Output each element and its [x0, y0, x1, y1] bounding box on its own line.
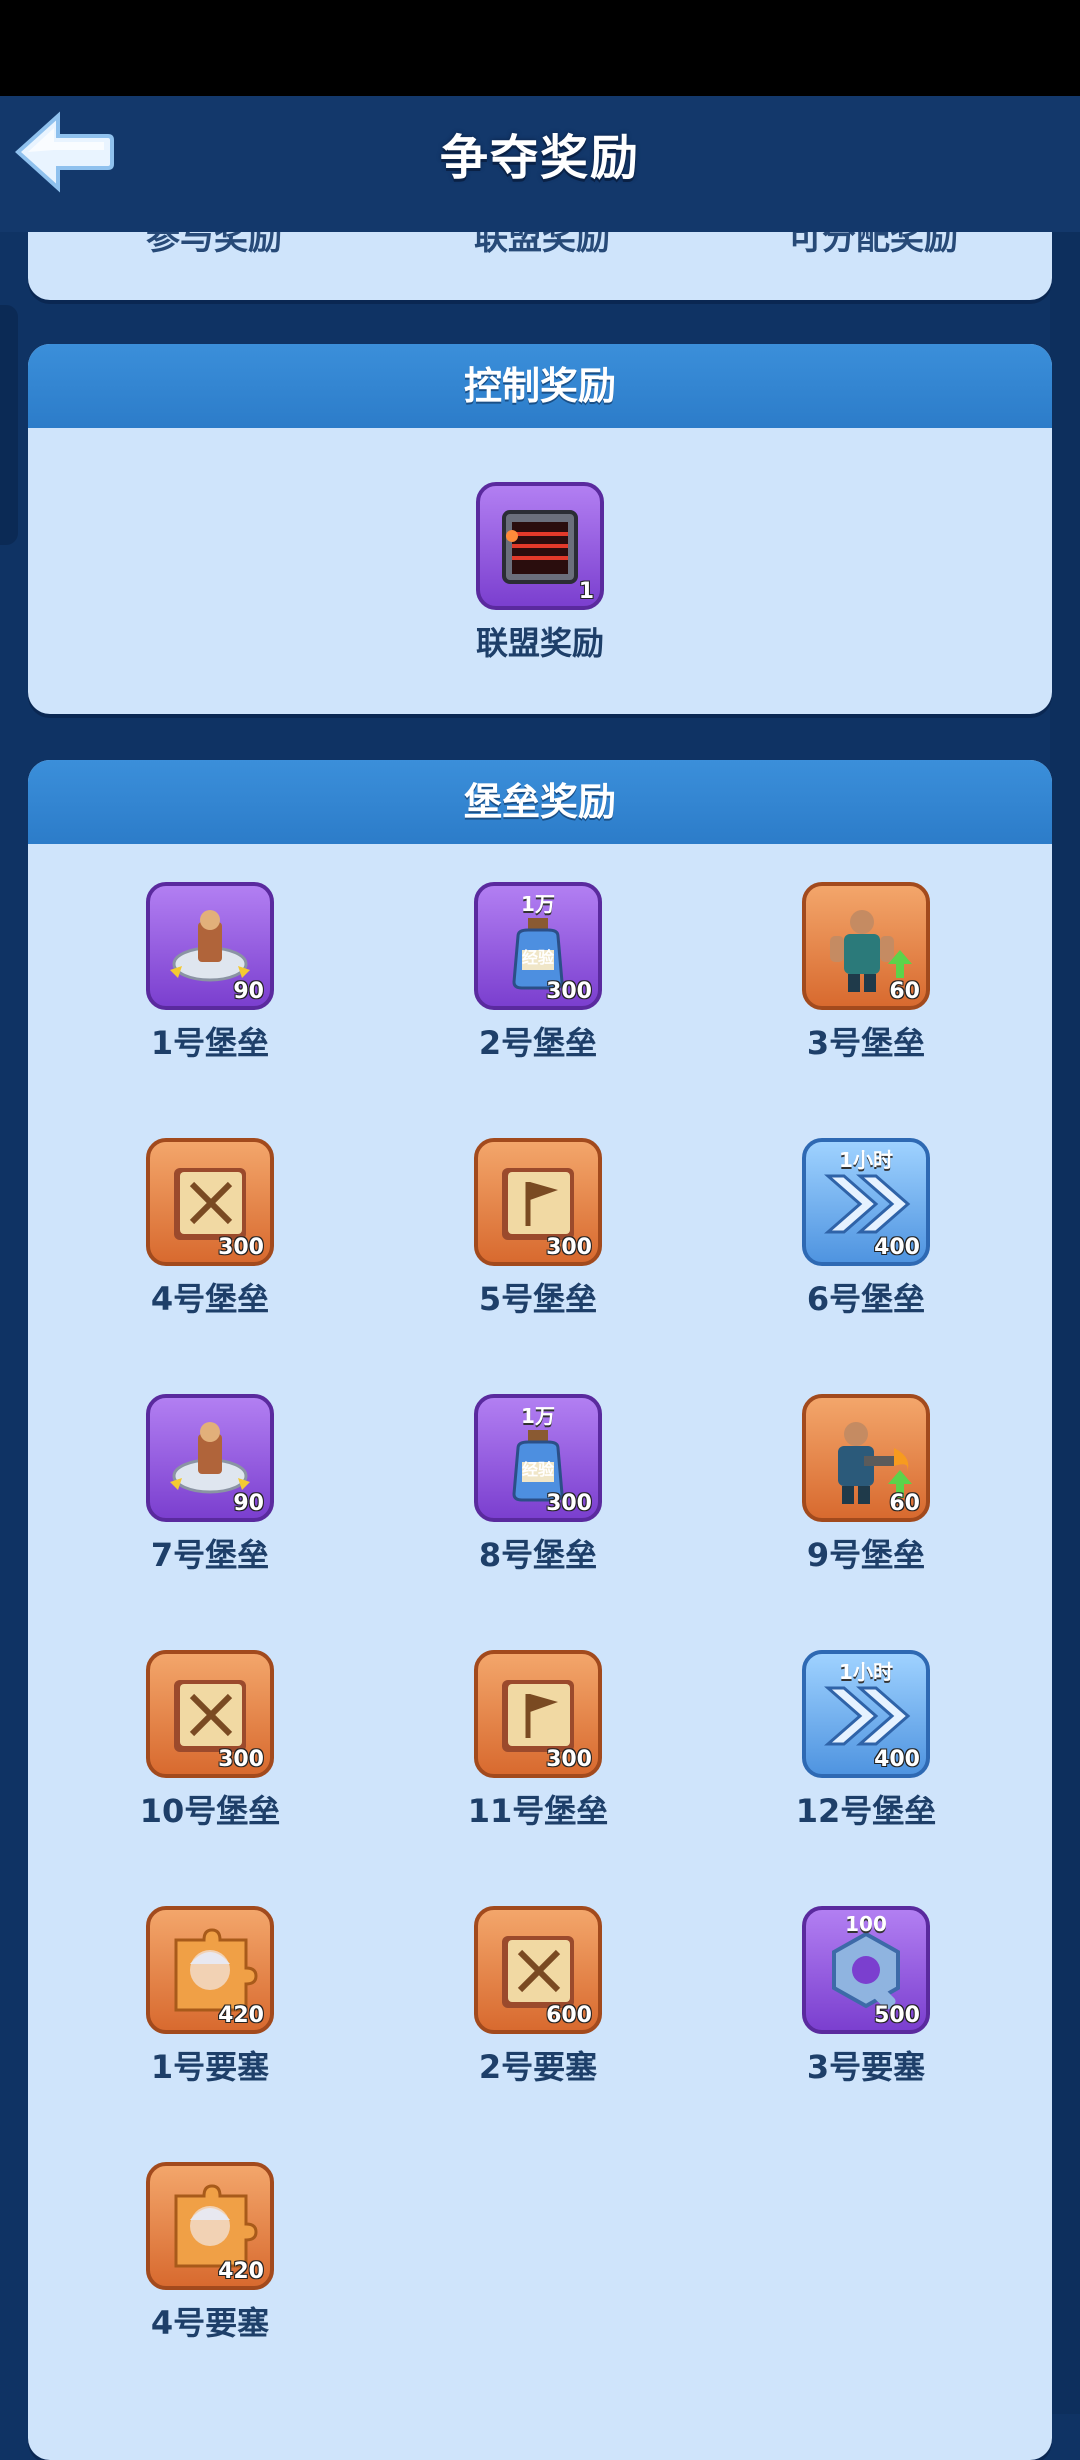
item-count: 1 [578, 579, 594, 604]
reward-item[interactable]: 300 5号堡垒 [448, 1138, 628, 1320]
item-label: 9号堡垒 [806, 1536, 926, 1574]
reward-item[interactable]: 420 4号要塞 [120, 2162, 300, 2344]
item-label: 1号要塞 [150, 2048, 270, 2086]
item-label: 3号要塞 [806, 2048, 926, 2086]
prev-tab-label: 参与奖励 [146, 232, 282, 258]
item-count: 600 [546, 2003, 592, 2028]
reward-item[interactable]: 1小时 400 12号堡垒 [776, 1650, 956, 1832]
item-label: 11号堡垒 [467, 1792, 609, 1830]
item-label: 12号堡垒 [795, 1792, 937, 1830]
item-count: 500 [874, 2003, 920, 2028]
prev-tab-label: 可分配奖励 [788, 232, 958, 258]
side-drawer-handle[interactable] [0, 305, 18, 545]
gear-nut-icon[interactable]: 100 500 [802, 1906, 930, 2034]
exp-potion-icon[interactable]: 1万经验 300 [474, 1394, 602, 1522]
item-label: 1号堡垒 [150, 1024, 270, 1062]
item-top-label: 1万 [521, 892, 555, 916]
turret-icon[interactable]: 90 [146, 882, 274, 1010]
turret-icon[interactable]: 90 [146, 1394, 274, 1522]
item-top-label: 1万 [521, 1404, 555, 1428]
item-label: 8号堡垒 [478, 1536, 598, 1574]
reward-item[interactable]: 100 500 3号要塞 [776, 1906, 956, 2088]
reward-item[interactable]: 1万经验 300 2号堡垒 [448, 882, 628, 1064]
item-label: 6号堡垒 [806, 1280, 926, 1318]
reward-item[interactable]: 420 1号要塞 [120, 1906, 300, 2088]
tome-flag-icon[interactable]: 300 [474, 1138, 602, 1266]
item-label: 7号堡垒 [150, 1536, 270, 1574]
reward-item[interactable]: 1万经验 300 8号堡垒 [448, 1394, 628, 1576]
soldier-upgrade-icon[interactable]: 60 [802, 882, 930, 1010]
red-chest-icon[interactable]: 1 [476, 482, 604, 610]
item-count: 60 [889, 1491, 920, 1516]
reward-item[interactable]: 300 4号堡垒 [120, 1138, 300, 1320]
item-count: 400 [874, 1235, 920, 1260]
item-top-label: 1小时 [839, 1148, 893, 1172]
item-count: 300 [546, 979, 592, 1004]
reward-item[interactable]: 1 联盟奖励 [450, 482, 630, 664]
flamethrower-upgrade-icon[interactable]: 60 [802, 1394, 930, 1522]
item-count: 300 [546, 1235, 592, 1260]
item-count: 300 [546, 1491, 592, 1516]
reward-item[interactable]: 300 11号堡垒 [448, 1650, 628, 1832]
fort-rewards-card: 堡垒奖励 90 1号堡垒 1万 经验 300 2号堡垒 60 3号堡垒 300 4号堡垒 300 5号… [28, 760, 1052, 2460]
item-count: 300 [218, 1747, 264, 1772]
reward-item[interactable]: 90 7号堡垒 [120, 1394, 300, 1576]
right-rail [1050, 232, 1080, 2414]
reward-item[interactable]: 90 1号堡垒 [120, 882, 300, 1064]
potion-label: 经验 [522, 1460, 555, 1479]
item-label: 3号堡垒 [806, 1024, 926, 1062]
item-top-label: 1小时 [839, 1660, 893, 1684]
item-label: 联盟奖励 [475, 624, 604, 662]
item-label: 4号堡垒 [150, 1280, 270, 1318]
item-label: 2号堡垒 [478, 1024, 598, 1062]
control-rewards-card: 控制奖励 1 联盟奖励 [28, 344, 1052, 714]
item-count: 420 [218, 2003, 264, 2028]
hero-puzzle-icon[interactable]: 420 [146, 2162, 274, 2290]
status-bar [0, 0, 1080, 96]
reward-item[interactable]: 1小时 400 6号堡垒 [776, 1138, 956, 1320]
item-count: 420 [218, 2259, 264, 2284]
reward-item[interactable]: 60 3号堡垒 [776, 882, 956, 1064]
potion-label: 经验 [522, 948, 555, 967]
tome-flag-icon[interactable]: 300 [474, 1650, 602, 1778]
speedup-icon[interactable]: 1小时 400 [802, 1138, 930, 1266]
item-top-label: 100 [845, 1912, 887, 1936]
prev-tab-label: 联盟奖励 [474, 232, 610, 258]
reward-item[interactable]: 600 2号要塞 [448, 1906, 628, 2088]
exp-potion-icon[interactable]: 1万经验 300 [474, 882, 602, 1010]
speedup-icon[interactable]: 1小时 400 [802, 1650, 930, 1778]
item-label: 2号要塞 [478, 2048, 598, 2086]
tome-swords-icon[interactable]: 300 [146, 1138, 274, 1266]
item-count: 90 [233, 979, 264, 1004]
item-label: 10号堡垒 [139, 1792, 281, 1830]
item-count: 60 [889, 979, 920, 1004]
fort-rewards-title: 堡垒奖励 [28, 760, 1052, 844]
item-count: 300 [546, 1747, 592, 1772]
reward-item[interactable]: 60 9号堡垒 [776, 1394, 956, 1576]
item-count: 300 [218, 1235, 264, 1260]
item-count: 400 [874, 1747, 920, 1772]
reward-item[interactable]: 300 10号堡垒 [120, 1650, 300, 1832]
item-label: 4号要塞 [150, 2304, 270, 2342]
item-count: 90 [233, 1491, 264, 1516]
tome-swords-icon[interactable]: 300 [146, 1650, 274, 1778]
item-label: 5号堡垒 [478, 1280, 598, 1318]
tome-swords-icon[interactable]: 600 [474, 1906, 602, 2034]
hero-puzzle-icon[interactable]: 420 [146, 1906, 274, 2034]
previous-section-card: 参与奖励 联盟奖励 可分配奖励 [28, 232, 1052, 300]
control-rewards-title: 控制奖励 [28, 344, 1052, 428]
page-title: 争夺奖励 [439, 130, 640, 186]
